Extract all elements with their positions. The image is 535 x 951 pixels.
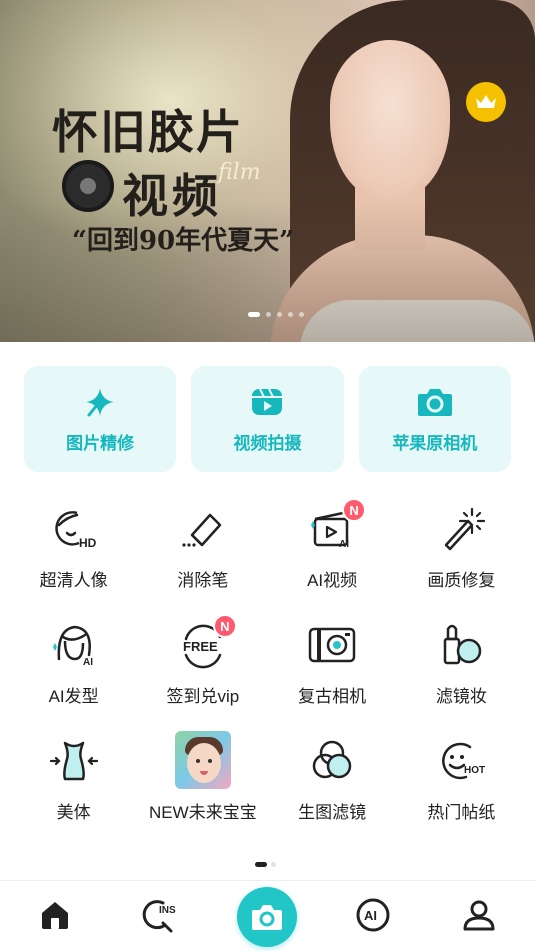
svg-text:INS: INS	[159, 905, 176, 916]
magic-wand-icon	[433, 500, 489, 556]
baby-thumbnail	[174, 731, 231, 789]
free-checkin-icon: FREE N	[175, 614, 237, 672]
video-record-icon	[252, 388, 283, 415]
video-shoot-card[interactable]: 视频拍摄	[191, 366, 344, 472]
grid-item-hot-stickers[interactable]: HOT 热门帖纸	[397, 732, 526, 824]
svg-text:FREE: FREE	[183, 639, 218, 654]
banner-title-line2: 视频	[122, 169, 222, 223]
ai-icon: AI	[356, 898, 390, 932]
crown-icon[interactable]	[466, 82, 506, 122]
carousel-dot-active	[248, 312, 260, 317]
grid-item-label: 热门帖纸	[427, 803, 496, 822]
grid-page-indicator	[255, 862, 276, 867]
lipstick-makeup-icon	[433, 616, 489, 672]
banner-carousel-indicator	[248, 312, 304, 317]
carousel-dot	[299, 312, 304, 317]
grid-item-ai-hairstyle[interactable]: AI AI发型	[9, 616, 138, 708]
color-filter-icon	[304, 732, 360, 788]
grid-item-quality-repair[interactable]: 画质修复	[397, 500, 526, 592]
tab-ins[interactable]: INS	[141, 895, 181, 935]
carousel-dot	[288, 312, 293, 317]
grid-item-label: 超清人像	[39, 571, 108, 590]
grid-item-retro-camera[interactable]: 复古相机	[268, 616, 397, 708]
grid-item-label: 画质修复	[427, 571, 496, 590]
sparkle-star-icon	[86, 387, 115, 416]
card-label: 苹果原相机	[392, 433, 478, 453]
film-reel-icon	[62, 160, 114, 212]
tab-profile[interactable]	[459, 895, 499, 935]
grid-item-image-filter[interactable]: 生图滤镜	[268, 732, 397, 824]
hero-banner[interactable]: 怀旧胶片 视频 film “回到90年代夏天”	[0, 0, 535, 342]
native-camera-card[interactable]: 苹果原相机	[358, 366, 511, 472]
grid-item-filter-makeup[interactable]: 滤镜妆	[397, 616, 526, 708]
retro-camera-icon	[304, 616, 360, 672]
ins-search-icon: INS	[142, 900, 176, 933]
tab-home[interactable]	[35, 895, 75, 935]
grid-item-ai-video[interactable]: AI N AI视频	[268, 498, 397, 592]
svg-text:HOT: HOT	[464, 765, 485, 776]
svg-text:AI: AI	[364, 908, 377, 923]
bottom-tab-bar: INS AI	[0, 880, 535, 951]
hd-portrait-icon: HD	[46, 500, 102, 556]
tab-ai[interactable]: AI	[353, 895, 393, 935]
grid-item-label: NEW未来宝宝	[149, 803, 257, 822]
eraser-icon	[175, 500, 231, 556]
carousel-dot	[266, 312, 271, 317]
photo-retouch-card[interactable]: 图片精修	[24, 366, 177, 472]
user-icon	[463, 900, 495, 931]
camera-icon	[252, 905, 282, 930]
tab-camera-button[interactable]	[237, 887, 297, 947]
grid-item-label: 签到兑vip	[166, 687, 240, 706]
card-label: 图片精修	[66, 433, 135, 453]
svg-text:HD: HD	[79, 536, 97, 550]
new-badge: N	[212, 614, 237, 638]
hot-sticker-icon: HOT	[433, 732, 489, 788]
grid-item-label: 复古相机	[298, 687, 367, 706]
svg-text:AI: AI	[339, 539, 349, 550]
grid-item-label: AI视频	[307, 571, 358, 590]
feature-grid: HD 超清人像 消除笔 AI N AI视频 画质修复 AI AI发型 FREE …	[9, 498, 526, 824]
camera-icon	[417, 388, 452, 416]
carousel-dot	[277, 312, 282, 317]
grid-item-label: 滤镜妆	[435, 687, 487, 706]
grid-item-future-baby[interactable]: NEW未来宝宝	[138, 731, 267, 824]
page-dot	[271, 862, 276, 867]
baby-photo-icon	[174, 731, 231, 789]
grid-item-checkin-vip[interactable]: FREE N 签到兑vip	[138, 614, 267, 708]
grid-item-hd-portrait[interactable]: HD 超清人像	[9, 500, 138, 592]
banner-model-face	[330, 40, 450, 200]
card-label: 视频拍摄	[233, 433, 302, 453]
body-shape-icon	[46, 732, 102, 788]
banner-title-line1: 怀旧胶片	[52, 105, 244, 159]
home-icon	[42, 902, 68, 929]
new-badge: N	[342, 498, 367, 522]
svg-text:AI: AI	[83, 657, 93, 668]
grid-item-body-shape[interactable]: 美体	[9, 732, 138, 824]
grid-item-label: 美体	[56, 803, 91, 822]
primary-feature-cards: 图片精修 视频拍摄 苹果原相机	[24, 366, 511, 472]
grid-item-eraser[interactable]: 消除笔	[138, 500, 267, 592]
grid-item-label: 生图滤镜	[298, 803, 367, 822]
grid-item-label: AI发型	[48, 687, 99, 706]
page-dot-active	[255, 862, 267, 867]
banner-subtitle: “回到90年代夏天”	[72, 226, 295, 256]
banner-script-text: film	[218, 160, 261, 185]
grid-item-label: 消除笔	[177, 571, 229, 590]
ai-hairstyle-icon: AI	[46, 616, 102, 672]
ai-video-icon: AI N	[304, 498, 367, 556]
